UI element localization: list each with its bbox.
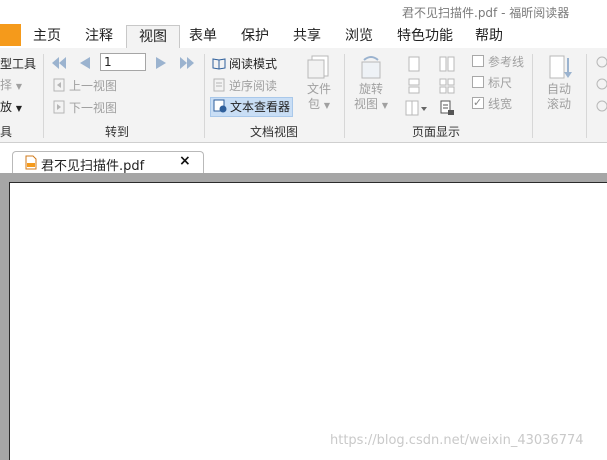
tool-item-1-label: 型工具 (0, 57, 37, 71)
tool-item-2[interactable]: 择 ▼ (0, 76, 22, 94)
magnifier-icon[interactable] (594, 78, 607, 95)
next-page-icon[interactable] (156, 57, 166, 72)
rotate-view-label-line1: 旋转 (358, 82, 383, 96)
tab-home[interactable]: 主页 (26, 25, 68, 47)
reading-mode-label: 阅读模式 (229, 57, 278, 71)
ribbon-view: 型工具 择 ▼ 放 ▼ 具 1 上一视图 下一视图 转到 阅读模式 逆序阅读 文… (0, 48, 607, 143)
tab-form[interactable]: 表单 (182, 25, 224, 47)
line-weights-label: 线宽 (488, 97, 513, 111)
previous-view-icon (52, 78, 66, 92)
group-label-tools: 具 (0, 125, 13, 139)
first-page-icon[interactable] (52, 57, 66, 72)
chevron-down-icon: ▼ (381, 101, 388, 110)
foxit-reader-window: 君不见扫描件.pdf - 福昕阅读器 主页 注释 视图 表单 保护 共享 浏览 … (0, 0, 607, 460)
next-view-icon (52, 100, 66, 114)
guides-checkbox[interactable]: 参考线 (472, 53, 524, 71)
text-viewer-label: 文本查看器 (230, 100, 291, 114)
pdf-file-icon (25, 155, 37, 170)
guides-label: 参考线 (488, 55, 525, 69)
chevron-down-icon: ▼ (15, 104, 22, 113)
tab-special-features[interactable]: 特色功能 (390, 25, 460, 47)
reverse-reading-button[interactable]: 逆序阅读 (212, 77, 277, 95)
file-package-button[interactable]: 文件 包 ▼ (300, 54, 338, 113)
tab-view[interactable]: 视图 (126, 25, 180, 49)
file-package-label-line2: 包 ▼ (300, 97, 338, 113)
rotate-view-label-line2-text: 视图 (354, 97, 379, 111)
split-view-icon[interactable] (405, 100, 427, 119)
watermark-text: https://blog.csdn.net/weixin_43036774 (330, 433, 584, 448)
file-package-label-line2-text: 包 (308, 97, 321, 111)
app-menu-button[interactable] (0, 24, 21, 46)
previous-view-label: 上一视图 (69, 79, 118, 93)
tab-comment[interactable]: 注释 (78, 25, 120, 47)
group-label-document-view: 文档视图 (250, 125, 299, 139)
document-tab[interactable]: 君不见扫描件.pdf × (12, 151, 204, 174)
tool-item-3[interactable]: 放 ▼ (0, 98, 22, 116)
pdf-page[interactable] (9, 182, 607, 460)
reflow-icon[interactable] (439, 100, 455, 119)
group-separator (43, 54, 44, 138)
auto-scroll-label-line2: 滚动 (546, 97, 571, 111)
document-viewport[interactable] (0, 173, 607, 460)
text-viewer-button[interactable]: 文本查看器 (210, 97, 294, 117)
text-viewer-icon (213, 99, 227, 113)
group-separator (344, 54, 345, 138)
continuous-page-icon[interactable] (407, 78, 421, 97)
zoom-icon[interactable] (594, 56, 607, 73)
next-view-label: 下一视图 (69, 101, 118, 115)
title-bar: 君不见扫描件.pdf - 福昕阅读器 (0, 0, 607, 22)
previous-view-button[interactable]: 上一视图 (52, 77, 117, 95)
tool-item-3-label: 放 (0, 100, 13, 114)
document-tab-strip: 君不见扫描件.pdf × (0, 143, 607, 174)
rotate-view-button[interactable]: 旋转 视图 ▼ (350, 54, 392, 113)
close-icon[interactable]: × (179, 153, 191, 169)
ruler-checkbox-box (472, 76, 484, 88)
next-view-button[interactable]: 下一视图 (52, 99, 117, 117)
group-separator (532, 54, 533, 138)
single-page-icon[interactable] (407, 56, 421, 75)
line-weights-checkbox-box (472, 94, 484, 112)
reverse-reading-label: 逆序阅读 (229, 79, 278, 93)
file-package-icon (304, 54, 334, 80)
tab-protect[interactable]: 保护 (234, 25, 276, 47)
ruler-label: 标尺 (488, 76, 513, 90)
chevron-down-icon: ▼ (15, 82, 22, 91)
document-tab-title: 君不见扫描件.pdf (41, 159, 145, 174)
rotate-view-icon (356, 54, 386, 80)
loupe-icon[interactable] (594, 100, 607, 117)
tab-help[interactable]: 帮助 (468, 25, 510, 47)
file-package-label-line1: 文件 (306, 82, 331, 96)
page-number-input[interactable]: 1 (100, 53, 146, 71)
group-label-goto: 转到 (105, 125, 130, 139)
guides-checkbox-box (472, 55, 484, 67)
rotate-view-label-line2: 视图 ▼ (350, 97, 392, 113)
auto-scroll-button[interactable]: 自动 滚动 (540, 54, 578, 112)
reading-mode-button[interactable]: 阅读模式 (212, 55, 277, 73)
reverse-reading-icon (212, 78, 226, 92)
group-separator (586, 54, 587, 138)
line-weights-checkbox[interactable]: 线宽 (472, 94, 513, 113)
group-label-page-display: 页面显示 (412, 125, 461, 139)
tab-share[interactable]: 共享 (286, 25, 328, 47)
chevron-down-icon: ▼ (323, 101, 330, 110)
last-page-icon[interactable] (180, 57, 194, 72)
tab-browse[interactable]: 浏览 (338, 25, 380, 47)
group-separator (204, 54, 205, 138)
previous-page-icon[interactable] (80, 57, 90, 72)
auto-scroll-icon (544, 54, 574, 80)
book-icon (212, 56, 226, 70)
ruler-checkbox[interactable]: 标尺 (472, 74, 512, 92)
tool-item-1[interactable]: 型工具 (0, 55, 36, 73)
continuous-facing-icon[interactable] (439, 78, 455, 97)
menu-tab-bar: 主页 注释 视图 表单 保护 共享 浏览 特色功能 帮助 (0, 22, 607, 49)
tool-item-2-label: 择 (0, 78, 13, 92)
window-title: 君不见扫描件.pdf - 福昕阅读器 (402, 6, 570, 20)
auto-scroll-label-line1: 自动 (546, 82, 571, 96)
facing-pages-icon[interactable] (439, 56, 455, 75)
